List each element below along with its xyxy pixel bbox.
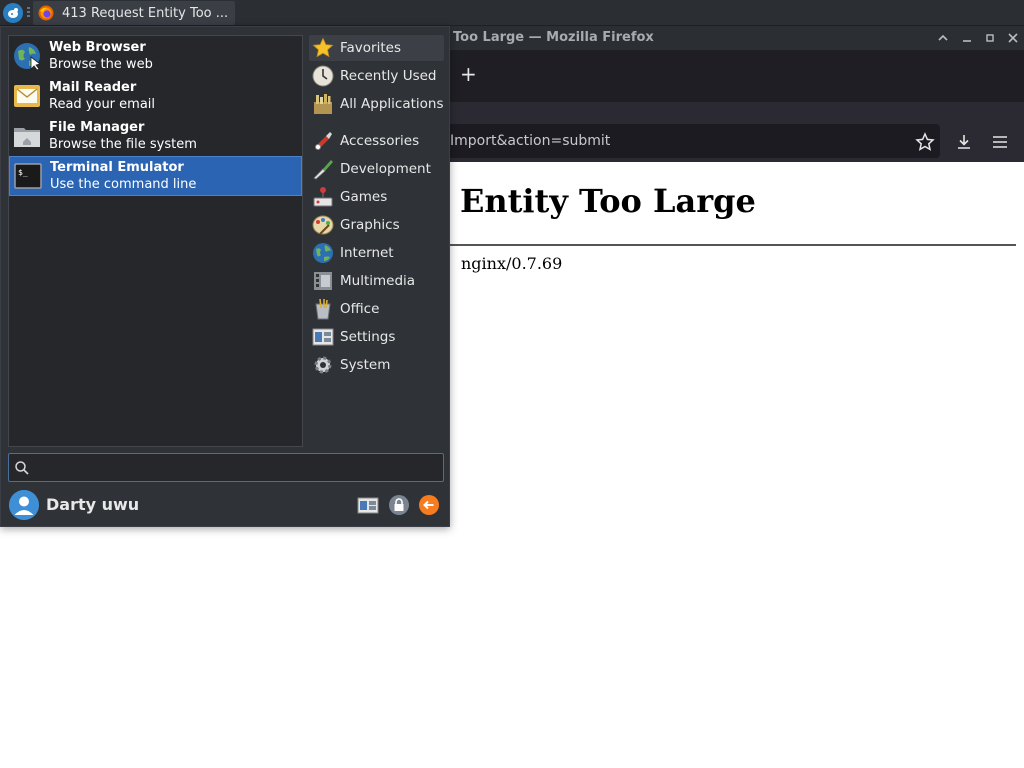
username: Darty uwu [46, 495, 140, 514]
horizontal-rule [416, 244, 1016, 246]
settings-icon [312, 326, 334, 348]
category-label: System [340, 357, 391, 373]
category-label: Development [340, 161, 431, 177]
user-bar: Darty uwu [8, 489, 444, 521]
lock-screen-icon[interactable] [388, 494, 410, 516]
category-label: Recently Used [340, 68, 437, 84]
favorite-name: Web Browser [49, 40, 146, 55]
category-games[interactable]: Games [309, 184, 444, 210]
taskbar-window-title: 413 Request Entity Too ... [62, 5, 229, 21]
window-title: Too Large — Mozilla Firefox [453, 30, 654, 45]
favorite-item[interactable]: Mail Reader Read your email [9, 76, 302, 116]
whisker-menu-button[interactable] [3, 3, 23, 23]
favorite-description: Browse the file system [49, 137, 197, 152]
xfce-mouse-icon [8, 8, 18, 18]
panel-separator-handle[interactable] [27, 7, 31, 19]
clock-icon [312, 65, 334, 87]
category-office[interactable]: Office [309, 296, 444, 322]
maximize-button[interactable] [981, 29, 999, 47]
server-signature: nginx/0.7.69 [461, 254, 563, 273]
category-graphics[interactable]: Graphics [309, 212, 444, 238]
taskbar-firefox-button[interactable]: 413 Request Entity Too ... [33, 1, 235, 25]
search-input[interactable] [35, 456, 435, 480]
search-icon [15, 461, 29, 475]
category-settings[interactable]: Settings [309, 324, 444, 350]
category-label: Graphics [340, 217, 400, 233]
favorites-list: Web Browser Browse the web Mail Reader Read… [8, 35, 303, 447]
favorite-description: Use the command line [50, 177, 197, 192]
category-system[interactable]: System [309, 352, 444, 378]
log-out-icon[interactable] [418, 494, 440, 516]
minimize-button[interactable] [958, 29, 976, 47]
mail-icon [13, 82, 41, 110]
category-all-applications[interactable]: All Applications [309, 91, 444, 117]
maximize-up-icon[interactable] [934, 29, 952, 47]
category-favorites[interactable]: Favorites [309, 35, 444, 61]
hamburger-menu-icon[interactable] [990, 132, 1010, 152]
favorite-description: Browse the web [49, 57, 153, 72]
category-label: Games [340, 189, 388, 205]
firefox-icon [38, 5, 54, 21]
office-icon [312, 298, 334, 320]
folder-icon [13, 122, 41, 150]
search-box[interactable] [8, 453, 444, 482]
category-development[interactable]: Development [309, 156, 444, 182]
category-multimedia[interactable]: Multimedia [309, 268, 444, 294]
category-accessories[interactable]: Accessories [309, 128, 444, 154]
accessories-icon [312, 130, 334, 152]
settings-manager-icon[interactable] [357, 494, 379, 516]
category-label: Settings [340, 329, 396, 345]
graphics-icon [312, 214, 334, 236]
url-bar[interactable]: Import&action=submit [440, 124, 940, 158]
favorite-name: Mail Reader [49, 80, 137, 95]
download-icon[interactable] [954, 132, 974, 152]
favorite-name: File Manager [49, 120, 145, 135]
category-label: Accessories [340, 133, 420, 149]
games-icon [312, 186, 334, 208]
avatar [9, 490, 39, 520]
globe-icon [13, 42, 41, 71]
category-list: Favorites Recently Used All Applications Ac… [309, 35, 445, 375]
category-recently-used[interactable]: Recently Used [309, 63, 444, 89]
whisker-menu: Web Browser Browse the web Mail Reader Read… [0, 26, 450, 527]
category-internet[interactable]: Internet [309, 240, 444, 266]
system-icon [312, 354, 334, 376]
category-label: Favorites [340, 40, 401, 56]
favorite-item[interactable]: File Manager Browse the file system [9, 116, 302, 156]
user-icon [9, 490, 39, 520]
favorite-item[interactable]: $_ Terminal Emulator Use the command line [9, 156, 302, 196]
url-text: Import&action=submit [450, 133, 611, 149]
star-icon [312, 37, 334, 59]
category-label: All Applications [340, 96, 444, 112]
multimedia-icon [312, 270, 334, 292]
top-panel: 413 Request Entity Too ... [0, 0, 1024, 26]
favorite-name: Terminal Emulator [50, 160, 184, 175]
category-label: Internet [340, 245, 394, 261]
terminal-icon: $_ [14, 162, 42, 190]
applications-icon [312, 93, 334, 115]
close-button[interactable] [1004, 29, 1022, 47]
category-label: Multimedia [340, 273, 416, 289]
new-tab-button[interactable]: + [460, 62, 477, 86]
favorite-description: Read your email [49, 97, 156, 112]
bookmark-star-icon[interactable] [915, 132, 935, 152]
category-label: Office [340, 301, 380, 317]
page-heading: st Entity Too Large [416, 182, 756, 220]
svg-text:$_: $_ [18, 168, 28, 177]
internet-icon [312, 242, 334, 264]
development-icon [312, 158, 334, 180]
favorite-item[interactable]: Web Browser Browse the web [9, 36, 302, 76]
